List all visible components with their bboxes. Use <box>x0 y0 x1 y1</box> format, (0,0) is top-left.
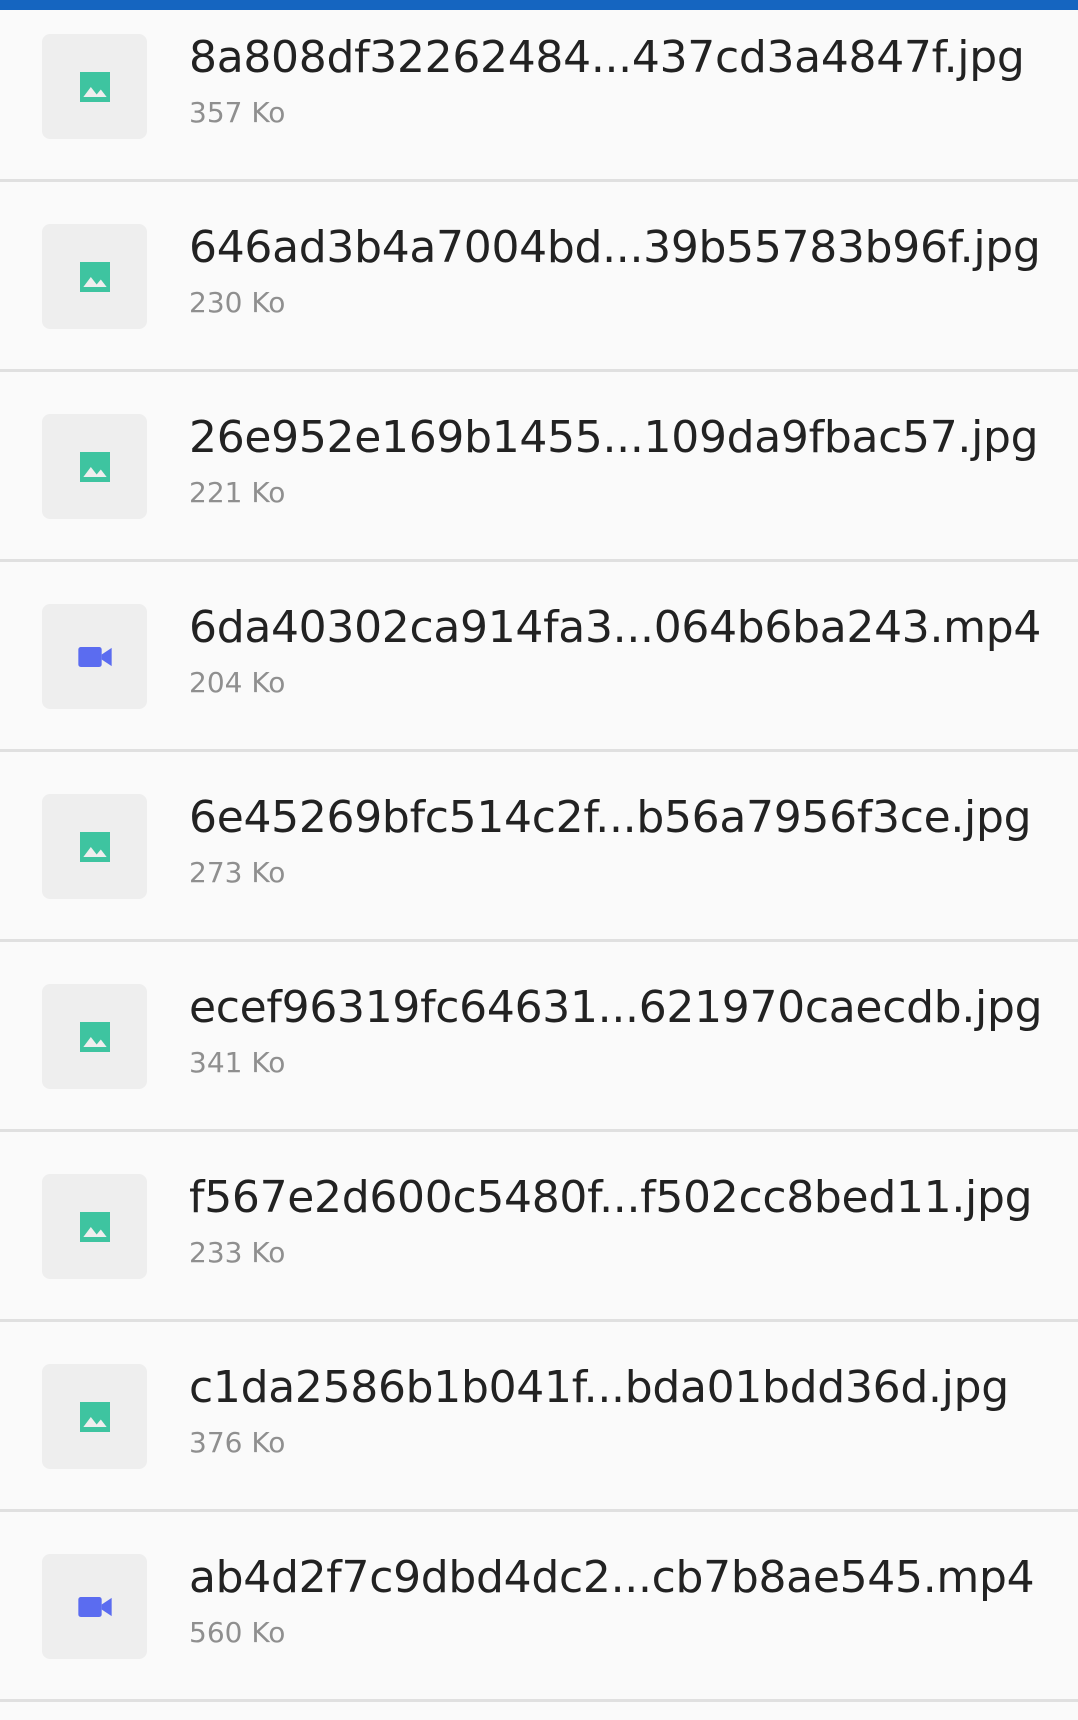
file-size: 560 Ko <box>189 1616 286 1649</box>
file-size: 341 Ko <box>189 1046 286 1079</box>
file-row[interactable]: c1da2586b1b041f...bda01bdd36d.jpg 376 Ko <box>0 1322 1078 1512</box>
image-icon <box>75 447 115 487</box>
video-icon <box>75 637 115 677</box>
file-thumbnail <box>42 34 147 139</box>
file-thumbnail <box>42 794 147 899</box>
file-thumbnail <box>42 984 147 1089</box>
file-name: ab4d2f7c9dbd4dc2...cb7b8ae545.mp4 <box>189 1552 1035 1603</box>
image-icon <box>75 257 115 297</box>
file-size: 357 Ko <box>189 96 286 129</box>
file-thumbnail <box>42 224 147 329</box>
file-row[interactable]: f567e2d600c5480f...f502cc8bed11.jpg 233 … <box>0 1132 1078 1322</box>
image-icon <box>75 827 115 867</box>
file-thumbnail <box>42 1364 147 1469</box>
file-name: f567e2d600c5480f...f502cc8bed11.jpg <box>189 1172 1033 1223</box>
file-size: 376 Ko <box>189 1426 286 1459</box>
file-size: 230 Ko <box>189 286 286 319</box>
file-row[interactable]: 6e45269bfc514c2f...b56a7956f3ce.jpg 273 … <box>0 752 1078 942</box>
image-icon <box>75 1017 115 1057</box>
file-name: 8a808df32262484...437cd3a4847f.jpg <box>189 32 1025 83</box>
image-icon <box>75 67 115 107</box>
file-size: 221 Ko <box>189 476 286 509</box>
file-row[interactable]: 26e952e169b1455...109da9fbac57.jpg 221 K… <box>0 372 1078 562</box>
file-name: 6e45269bfc514c2f...b56a7956f3ce.jpg <box>189 792 1032 843</box>
image-icon <box>75 1397 115 1437</box>
file-thumbnail <box>42 414 147 519</box>
image-icon <box>75 1207 115 1247</box>
file-row[interactable]: ab4d2f7c9dbd4dc2...cb7b8ae545.mp4 560 Ko <box>0 1512 1078 1702</box>
file-thumbnail <box>42 1174 147 1279</box>
file-row[interactable]: ecef96319fc64631...621970caecdb.jpg 341 … <box>0 942 1078 1132</box>
file-row[interactable]: 8a808df32262484...437cd3a4847f.jpg 357 K… <box>0 10 1078 182</box>
file-size: 273 Ko <box>189 856 286 889</box>
file-row[interactable]: 6da40302ca914fa3...064b6ba243.mp4 204 Ko <box>0 562 1078 752</box>
file-thumbnail <box>42 1554 147 1659</box>
file-name: 6da40302ca914fa3...064b6ba243.mp4 <box>189 602 1042 653</box>
file-name: ecef96319fc64631...621970caecdb.jpg <box>189 982 1043 1033</box>
top-accent-bar <box>0 0 1078 10</box>
file-name: 646ad3b4a7004bd...39b55783b96f.jpg <box>189 222 1041 273</box>
file-size: 204 Ko <box>189 666 286 699</box>
file-size: 233 Ko <box>189 1236 286 1269</box>
file-list: 8a808df32262484...437cd3a4847f.jpg 357 K… <box>0 10 1078 1702</box>
video-icon <box>75 1587 115 1627</box>
file-row[interactable]: 646ad3b4a7004bd...39b55783b96f.jpg 230 K… <box>0 182 1078 372</box>
file-name: 26e952e169b1455...109da9fbac57.jpg <box>189 412 1039 463</box>
file-name: c1da2586b1b041f...bda01bdd36d.jpg <box>189 1362 1009 1413</box>
file-thumbnail <box>42 604 147 709</box>
